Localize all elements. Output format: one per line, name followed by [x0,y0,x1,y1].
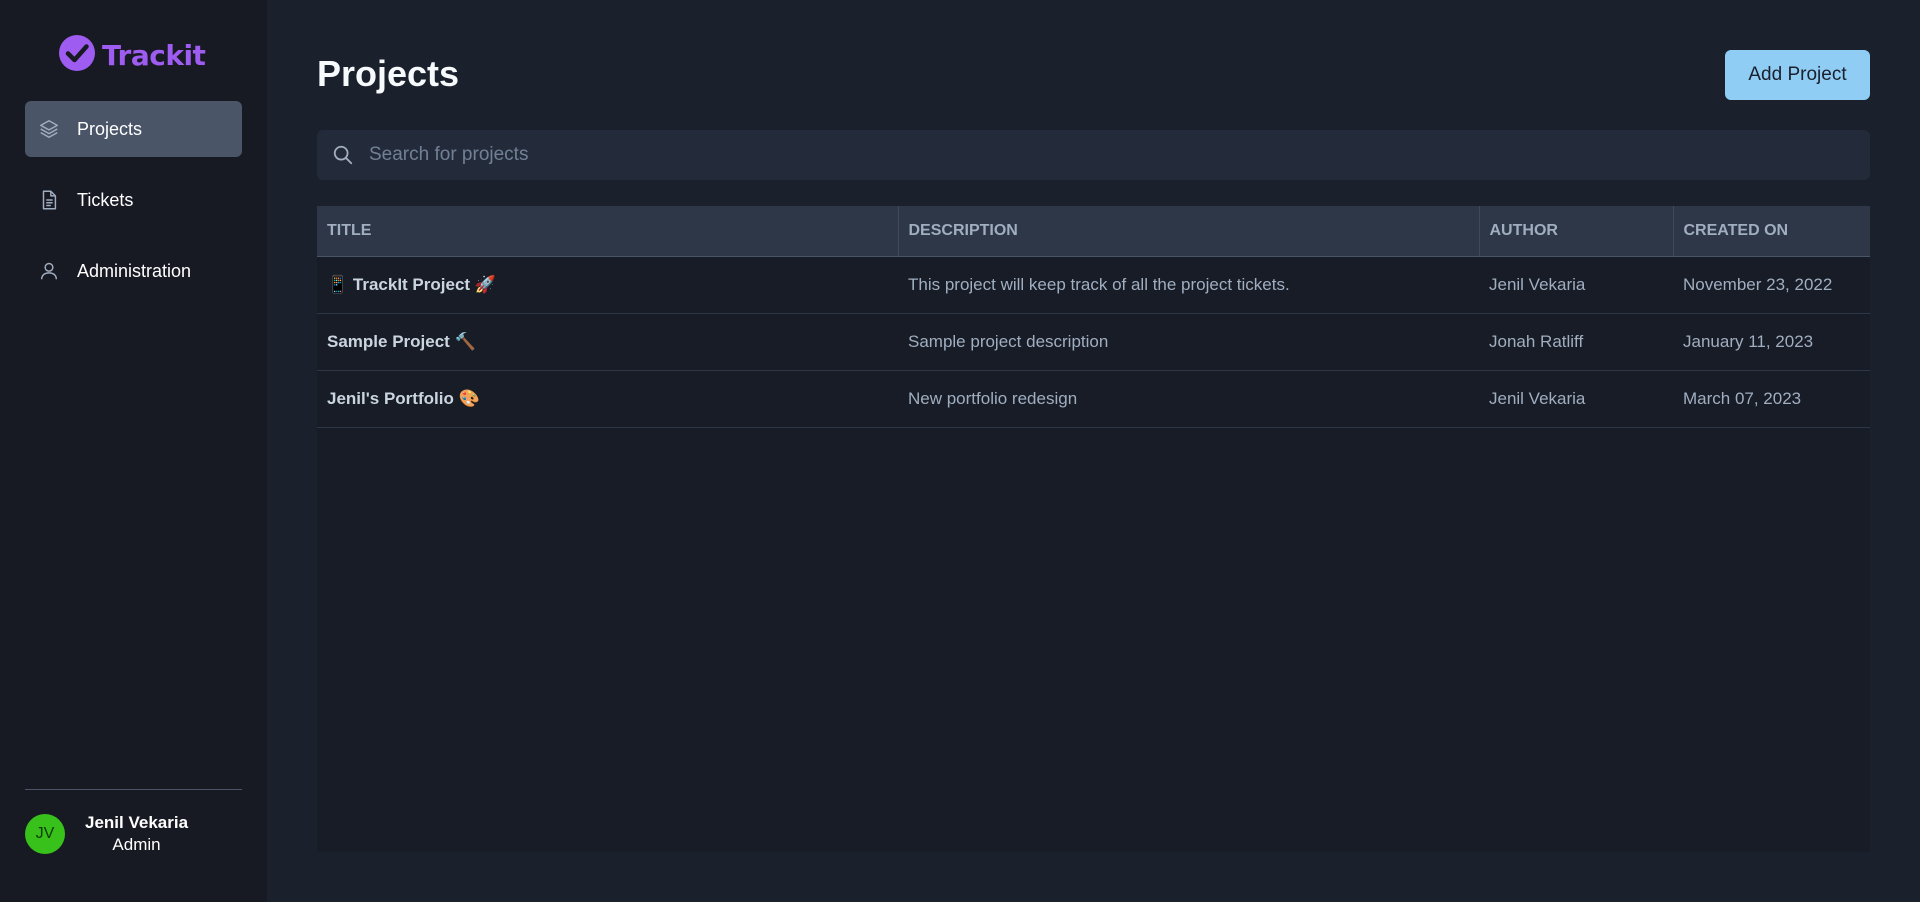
table-header-row: TITLE DESCRIPTION AUTHOR CREATED ON [317,206,1870,257]
table-row[interactable]: Jenil's Portfolio 🎨 New portfolio redesi… [317,370,1870,427]
cell-author: Jenil Vekaria [1489,274,1586,294]
layers-icon [37,117,61,141]
cell-author: Jonah Ratliff [1489,331,1584,351]
user-name: Jenil Vekaria [85,813,189,832]
page-title: Projects [317,53,460,94]
table-row[interactable]: Sample Project 🔨 Sample project descript… [317,313,1870,370]
sidebar-nav: Projects Tickets Administration [25,101,242,314]
column-header-description[interactable]: DESCRIPTION [898,206,1480,257]
avatar: JV [25,814,65,854]
search-bar [317,130,1870,180]
column-header-author[interactable]: AUTHOR [1479,206,1674,257]
column-header-title[interactable]: TITLE [317,206,899,257]
cell-title: Jenil's Portfolio 🎨 [327,388,480,408]
column-header-created-on[interactable]: CREATED ON [1673,206,1870,257]
sidebar-item-label: Projects [77,118,143,139]
logo[interactable]: Trackit [58,34,206,77]
cell-author: Jenil Vekaria [1489,388,1586,408]
sidebar-divider [25,789,242,790]
cell-created: March 07, 2023 [1683,388,1802,408]
cell-title: 📱 TrackIt Project 🚀 [327,274,496,294]
table-row[interactable]: 📱 TrackIt Project 🚀 This project will ke… [317,256,1870,313]
sidebar: Trackit Projects Tickets Administration … [0,0,267,902]
sidebar-item-label: Administration [77,260,192,281]
check-circle-icon [58,34,96,77]
add-project-button[interactable]: Add Project [1725,50,1870,100]
cell-title: Sample Project 🔨 [327,331,476,351]
search-icon [317,144,369,166]
cell-description: This project will keep track of all the … [908,274,1290,294]
user-icon [37,259,61,283]
document-icon [37,188,61,212]
user-info: Jenil Vekaria Admin [85,812,188,856]
search-input[interactable] [369,144,1870,166]
cell-created: November 23, 2022 [1683,274,1833,294]
cell-description: Sample project description [908,331,1109,351]
cell-created: January 11, 2023 [1683,331,1814,351]
sidebar-item-projects[interactable]: Projects [25,101,242,157]
sidebar-item-label: Tickets [77,189,134,210]
user-profile[interactable]: JV Jenil Vekaria Admin [25,812,188,856]
sidebar-item-administration[interactable]: Administration [25,243,242,299]
brand-name: Trackit [102,38,206,72]
cell-description: New portfolio redesign [908,388,1078,408]
sidebar-item-tickets[interactable]: Tickets [25,172,242,228]
user-role: Admin [112,835,161,854]
projects-table-container: TITLE DESCRIPTION AUTHOR CREATED ON 📱 Tr… [317,206,1870,852]
projects-table: TITLE DESCRIPTION AUTHOR CREATED ON 📱 Tr… [317,206,1870,428]
